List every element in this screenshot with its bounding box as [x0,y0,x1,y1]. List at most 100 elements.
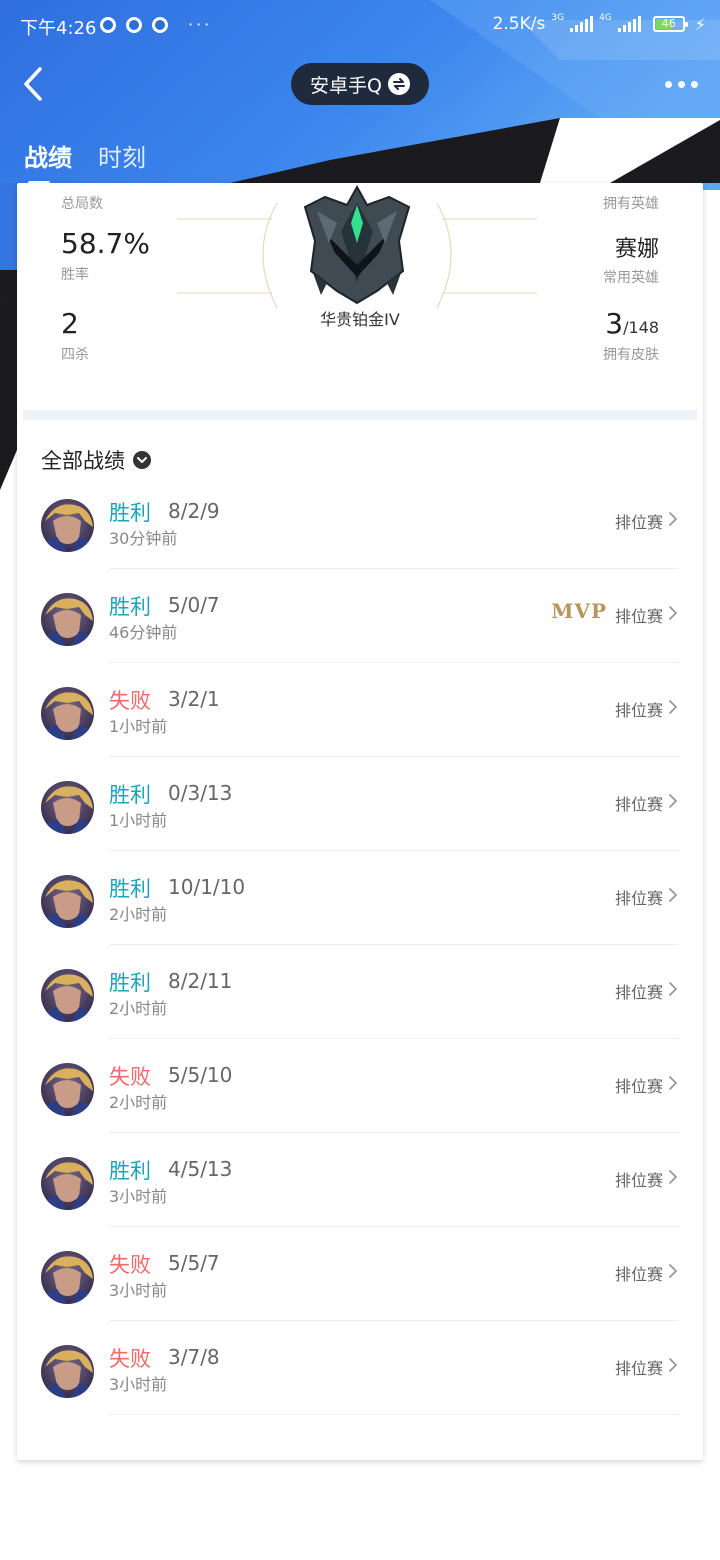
hero-avatar [41,687,94,740]
match-row[interactable]: 失败 3/7/8 3小时前 排位赛 [17,1321,703,1415]
mvp-badge: MVP [551,599,607,623]
account-switcher[interactable]: 安卓手Q [291,63,429,105]
back-button[interactable] [18,62,58,106]
chevron-right-icon [669,1358,677,1372]
match-row[interactable]: 失败 5/5/7 3小时前 排位赛 [17,1227,703,1321]
battery-level: 46 [661,17,676,30]
match-row[interactable]: 胜利 8/2/9 30分钟前 排位赛 [17,475,703,569]
match-time-ago: 1小时前 [109,717,168,736]
dot-icon [664,80,672,88]
hero-avatar [41,1157,94,1210]
hero-avatar [41,1063,94,1116]
notification-icon [126,16,142,33]
match-time-ago: 2小时前 [109,905,168,924]
account-name: 安卓手Q [310,74,382,97]
status-time: 下午4:26 [20,18,97,39]
tab-bar: 战绩 时刻 [24,138,146,185]
chevron-right-icon [669,512,677,526]
section-divider [23,410,697,420]
match-kda: 0/3/13 [168,781,233,805]
network-speed: 2.5K/s [492,14,546,34]
match-mode: 排位赛 [614,1265,663,1284]
match-kda: 5/5/7 [168,1251,220,1275]
dot-icon [677,80,685,88]
win-rate-label: 胜率 [61,267,89,283]
match-row[interactable]: 失败 5/5/10 2小时前 排位赛 [17,1039,703,1133]
swap-icon [387,73,410,95]
match-kda: 8/2/9 [168,499,220,523]
match-time-ago: 2小时前 [109,999,168,1018]
match-row[interactable]: 胜利 4/5/13 3小时前 排位赛 [17,1133,703,1227]
match-mode: 排位赛 [614,983,663,1002]
all-records-filter[interactable]: 全部战绩 [41,445,151,475]
more-notifications-icon: ··· [188,15,213,34]
tab-moments-label: 时刻 [98,144,146,172]
chevron-right-icon [669,1076,677,1090]
match-mode: 排位赛 [614,795,663,814]
main-hero-stat[interactable]: 赛娜 常用英雄 [603,231,659,287]
match-result: 胜利 [109,501,151,525]
match-result: 胜利 [109,595,151,619]
match-kda: 10/1/10 [168,875,246,899]
status-bar: 下午4:26 ··· 2.5K/s 3G 4G 46 ⚡ [0,0,720,52]
main-hero-label: 常用英雄 [603,270,659,286]
status-notification-icons: ··· [100,15,212,34]
win-rate-stat: 58.7% 胜率 [61,227,150,284]
match-kda: 3/2/1 [168,687,220,711]
chevron-right-icon [669,1170,677,1184]
tab-moments[interactable]: 时刻 [98,138,146,173]
chevron-right-icon [669,794,677,808]
hero-avatar [41,969,94,1022]
match-row[interactable]: 胜利 0/3/13 1小时前 排位赛 [17,757,703,851]
hero-avatar [41,1251,94,1304]
hero-avatar [41,499,94,552]
match-list: 胜利 8/2/9 30分钟前 排位赛 胜利 5/0/7 46分钟前 MVP 排位… [17,475,703,1415]
match-result: 失败 [109,689,151,713]
match-kda: 3/7/8 [168,1345,220,1369]
match-time-ago: 46分钟前 [109,623,178,642]
chevron-right-icon [669,1264,677,1278]
more-options-button[interactable] [664,74,698,94]
match-time-ago: 3小时前 [109,1375,168,1394]
match-row[interactable]: 胜利 10/1/10 2小时前 排位赛 [17,851,703,945]
win-rate-value: 58.7% [61,227,150,260]
dot-icon [690,80,698,88]
notification-icon [152,16,168,33]
battery-icon: 46 [652,16,688,32]
match-result: 胜利 [109,783,151,807]
match-kda: 8/2/11 [168,969,233,993]
signal-icon [570,16,594,32]
total-games-label: 总局数 [61,196,103,212]
match-time-ago: 3小时前 [109,1281,168,1300]
match-result: 胜利 [109,877,151,901]
match-row[interactable]: 失败 3/2/1 1小时前 排位赛 [17,663,703,757]
match-mode: 排位赛 [614,607,663,626]
match-mode: 排位赛 [614,513,663,532]
match-kda: 5/5/10 [168,1063,233,1087]
hero-avatar [41,781,94,834]
match-mode: 排位赛 [614,1171,663,1190]
match-kda: 4/5/13 [168,1157,233,1181]
match-kda: 5/0/7 [168,593,220,617]
match-mode: 排位赛 [614,1359,663,1378]
row-divider [109,1414,679,1415]
chevron-right-icon [669,700,677,714]
match-result: 失败 [109,1065,151,1089]
rank-name: 华贵铂金IV [320,310,400,329]
tab-record[interactable]: 战绩 [24,138,72,185]
match-time-ago: 30分钟前 [109,529,178,548]
quadra-kill-label: 四杀 [61,347,89,363]
match-time-ago: 2小时前 [109,1093,168,1112]
chevron-right-icon [669,888,677,902]
network-type-3g: 3G [551,12,565,23]
network-type-4g: 4G [599,12,612,23]
hero-avatar [41,1345,94,1398]
match-row[interactable]: 胜利 5/0/7 46分钟前 MVP 排位赛 [17,569,703,663]
notification-icon [100,16,116,33]
match-row[interactable]: 胜利 8/2/11 2小时前 排位赛 [17,945,703,1039]
owned-heroes-label: 拥有英雄 [603,196,659,212]
match-result: 失败 [109,1347,151,1371]
owned-heroes-stat: 拥有英雄 [603,189,659,213]
match-time-ago: 1小时前 [109,811,168,830]
signal-icon [617,16,641,32]
